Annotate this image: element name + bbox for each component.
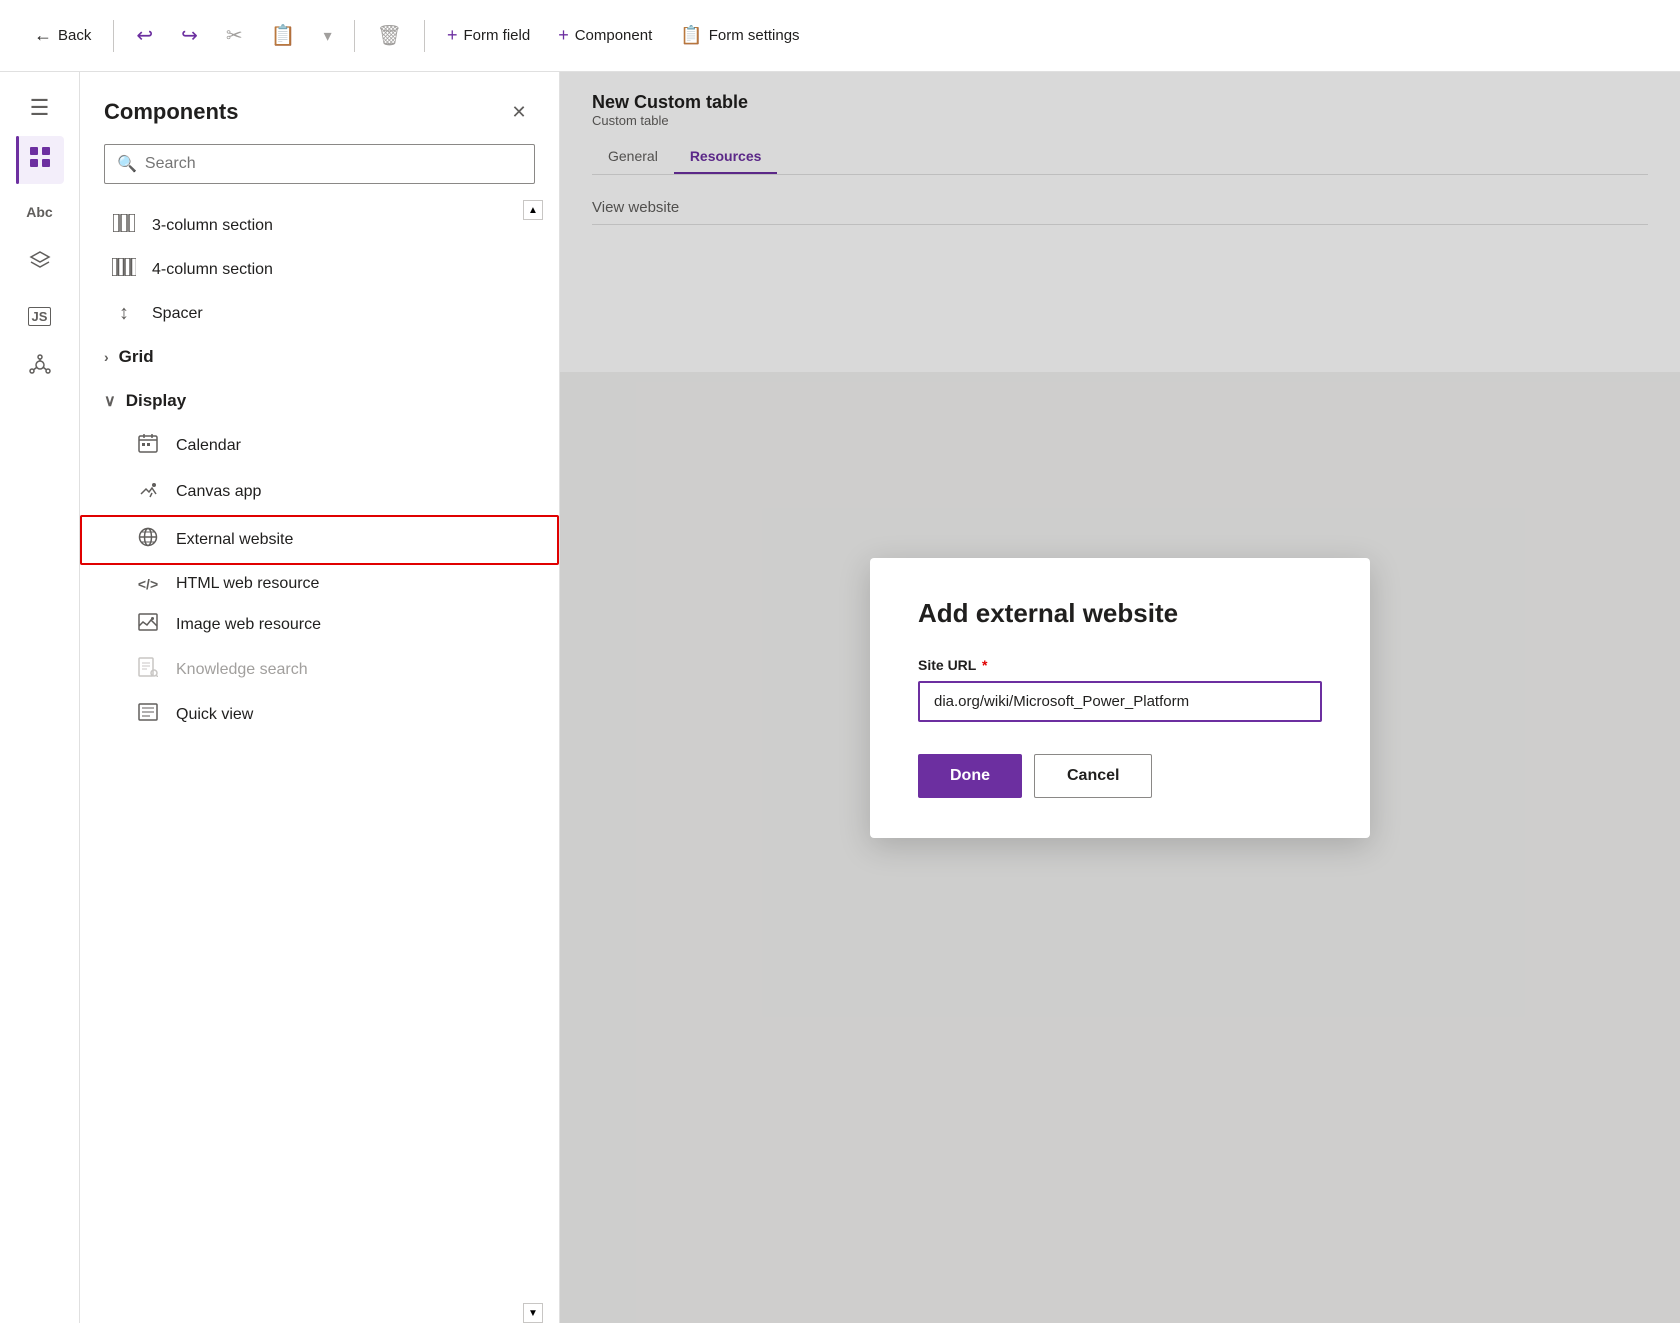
back-label: Back	[58, 27, 91, 44]
text-icon: Abc	[26, 204, 52, 220]
form-area: New Custom table Custom table General Re…	[560, 72, 1680, 1323]
hamburger-icon: ☰	[30, 95, 50, 121]
cut-icon: ✂	[226, 23, 243, 48]
nav-layers-button[interactable]	[16, 240, 64, 288]
image-web-resource-icon	[136, 613, 160, 637]
js-icon: JS	[28, 307, 52, 326]
calendar-icon	[136, 433, 160, 459]
search-box[interactable]: 🔍	[104, 144, 535, 184]
left-nav: ☰ Abc JS	[0, 72, 80, 1323]
dropdown-icon: ▾	[324, 26, 332, 46]
knowledge-search-icon	[136, 657, 160, 683]
4-column-icon	[112, 258, 136, 282]
4-column-section-item[interactable]: 4-column section	[80, 248, 559, 292]
toolbar: ← Back ↩ ↪ ✂ 📋 ▾ 🗑 + Form field + Compon…	[0, 0, 1680, 72]
external-website-item[interactable]: External website	[80, 515, 559, 565]
form-field-button[interactable]: + Form field	[437, 19, 540, 52]
paste-icon: 📋	[271, 23, 296, 48]
form-field-label: Form field	[464, 27, 531, 44]
paste-button[interactable]: 📋	[261, 17, 306, 54]
components-list: ▲ 3-column section	[80, 200, 559, 1323]
3-column-icon	[112, 214, 136, 238]
3-column-section-item[interactable]: 3-column section	[80, 204, 559, 248]
undo-button[interactable]: ↩	[126, 17, 163, 54]
3-column-label: 3-column section	[152, 217, 273, 235]
site-url-label: Site URL *	[918, 657, 1322, 673]
html-web-resource-icon: </>	[136, 576, 160, 592]
nav-js-button[interactable]: JS	[16, 292, 64, 340]
form-settings-label: Form settings	[709, 27, 800, 44]
canvas-app-icon	[136, 479, 160, 505]
panel-title: Components	[104, 99, 238, 125]
spacer-icon: ↕	[112, 302, 136, 325]
plus-icon-2: +	[558, 25, 569, 46]
close-panel-button[interactable]: ✕	[503, 96, 535, 128]
grid-section-header[interactable]: › Grid	[80, 335, 559, 379]
display-chevron-icon: ∨	[104, 391, 116, 411]
redo-button[interactable]: ↪	[171, 17, 208, 54]
delete-icon: 🗑	[377, 23, 402, 48]
spacer-label: Spacer	[152, 305, 203, 323]
main-area: ☰ Abc JS	[0, 72, 1680, 1323]
component-button[interactable]: + Component	[548, 19, 662, 52]
form-settings-icon: 📋	[680, 25, 702, 46]
quick-view-label: Quick view	[176, 706, 253, 724]
panel-header: Components ✕	[80, 72, 559, 144]
html-web-resource-item[interactable]: </> HTML web resource	[80, 565, 559, 603]
toolbar-separator-1	[113, 20, 114, 52]
modal-buttons: Done Cancel	[918, 754, 1322, 798]
external-website-icon	[136, 527, 160, 553]
display-section-header[interactable]: ∨ Display	[80, 379, 559, 423]
4-column-label: 4-column section	[152, 261, 273, 279]
grid-section-label: Grid	[119, 347, 154, 367]
quick-view-icon	[136, 703, 160, 727]
grid-chevron-icon: ›	[104, 349, 109, 365]
search-input[interactable]	[145, 155, 522, 173]
layers-icon	[29, 250, 51, 278]
nav-network-button[interactable]	[16, 344, 64, 392]
canvas-app-label: Canvas app	[176, 483, 261, 501]
cut-button[interactable]: ✂	[216, 17, 253, 54]
dropdown-button[interactable]: ▾	[314, 20, 342, 52]
scroll-down-button[interactable]: ▼	[523, 1303, 543, 1323]
calendar-label: Calendar	[176, 437, 241, 455]
html-web-resource-label: HTML web resource	[176, 575, 319, 593]
nav-hamburger-button[interactable]: ☰	[16, 84, 64, 132]
nav-grid-button[interactable]	[16, 136, 64, 184]
site-url-input[interactable]	[918, 681, 1322, 722]
image-web-resource-label: Image web resource	[176, 616, 321, 634]
nav-text-button[interactable]: Abc	[16, 188, 64, 236]
knowledge-search-item: Knowledge search	[80, 647, 559, 693]
delete-button[interactable]: 🗑	[367, 17, 412, 54]
component-label: Component	[575, 27, 653, 44]
toolbar-separator-3	[424, 20, 425, 52]
plus-icon-1: +	[447, 25, 458, 46]
knowledge-search-label: Knowledge search	[176, 661, 308, 679]
modal-overlay: Add external website Site URL * Done Can…	[560, 72, 1680, 1323]
undo-icon: ↩	[136, 23, 153, 48]
redo-icon: ↪	[181, 23, 198, 48]
back-arrow-icon: ←	[34, 25, 52, 46]
search-icon: 🔍	[117, 154, 137, 174]
display-section-label: Display	[126, 391, 186, 411]
spacer-item[interactable]: ↕ Spacer	[80, 292, 559, 335]
required-marker: *	[982, 657, 987, 673]
form-settings-button[interactable]: 📋 Form settings	[670, 19, 809, 52]
toolbar-separator-2	[354, 20, 355, 52]
components-panel: Components ✕ 🔍 ▲	[80, 72, 560, 1323]
image-web-resource-item[interactable]: Image web resource	[80, 603, 559, 647]
add-external-website-modal: Add external website Site URL * Done Can…	[870, 558, 1370, 838]
external-website-label: External website	[176, 531, 293, 549]
done-button[interactable]: Done	[918, 754, 1022, 798]
quick-view-item[interactable]: Quick view	[80, 693, 559, 737]
back-button[interactable]: ← Back	[24, 19, 101, 52]
calendar-item[interactable]: Calendar	[80, 423, 559, 469]
modal-title: Add external website	[918, 598, 1322, 629]
network-icon	[29, 354, 51, 382]
scroll-up-button[interactable]: ▲	[523, 200, 543, 220]
canvas-app-item[interactable]: Canvas app	[80, 469, 559, 515]
grid-view-icon	[29, 146, 51, 174]
close-icon: ✕	[511, 102, 526, 123]
cancel-button[interactable]: Cancel	[1034, 754, 1152, 798]
